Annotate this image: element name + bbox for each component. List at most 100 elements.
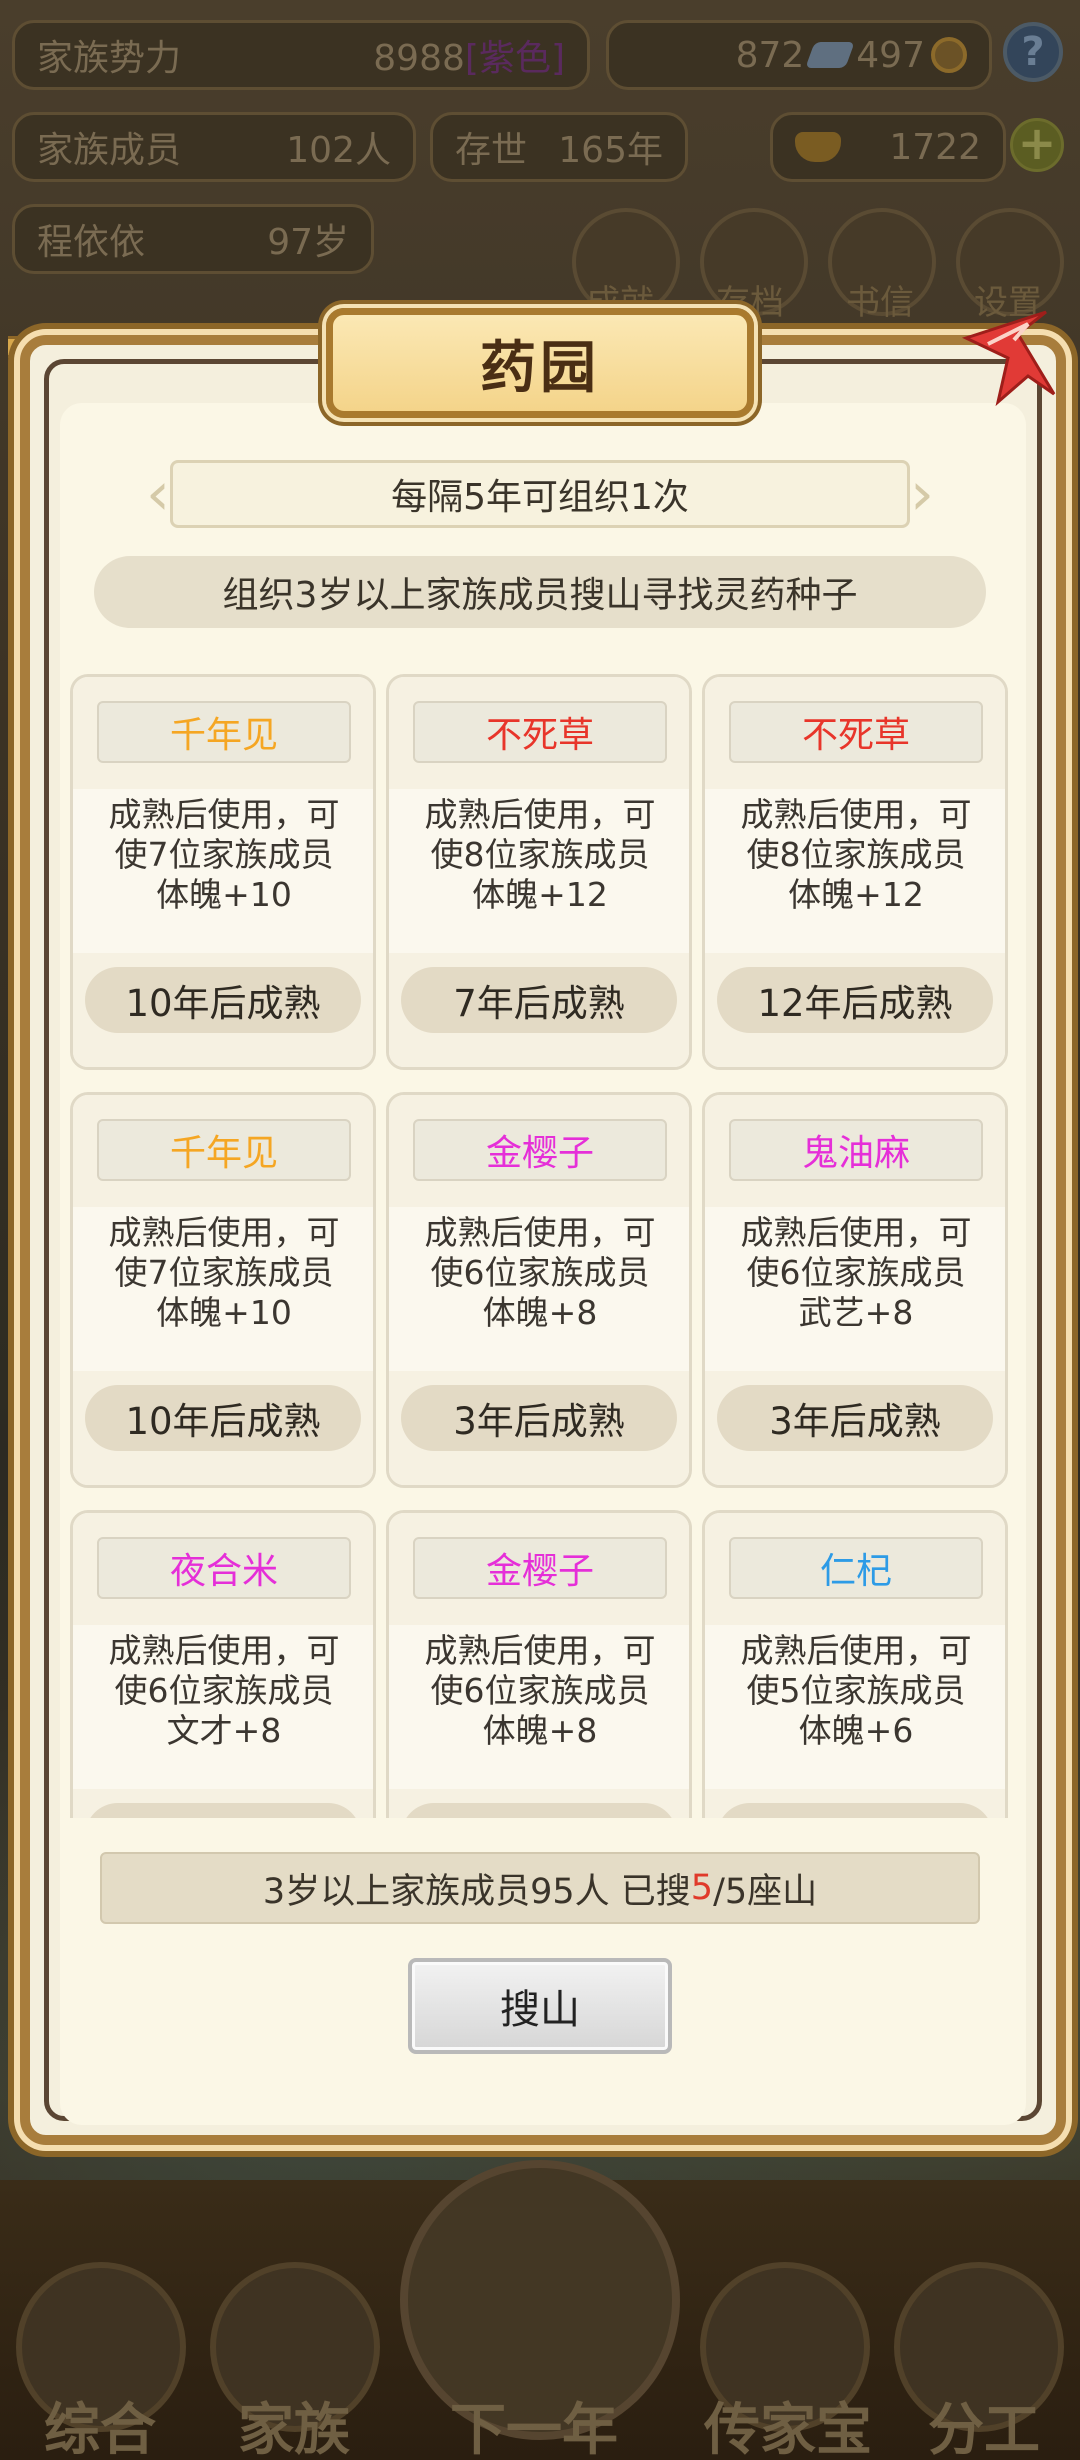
family-age-value: 165年 bbox=[558, 130, 663, 171]
nav-next-year-label: 下一年 bbox=[450, 2397, 618, 2460]
herb-description: 成熟后使用，可 使5位家族成员 体魄+6 bbox=[715, 1631, 997, 1751]
family-power-value: 8988 bbox=[373, 38, 465, 79]
herb-desc-line: 使8位家族成员 bbox=[430, 835, 650, 874]
nav-family-label: 家族 bbox=[238, 2397, 350, 2460]
family-age-stat: 存世 165年 bbox=[430, 112, 688, 182]
herb-mature-time bbox=[401, 1803, 677, 1818]
close-button[interactable] bbox=[958, 298, 1058, 408]
herb-name: 夜合米 bbox=[97, 1537, 351, 1599]
family-power-stat: 家族势力 8988[紫色] bbox=[12, 20, 590, 90]
herb-desc-line: 成熟后使用，可 bbox=[424, 1631, 656, 1670]
herb-desc-line: 使7位家族成员 bbox=[114, 1253, 334, 1292]
search-mountain-label: 搜山 bbox=[500, 1987, 580, 2033]
nav-heirloom-label: 传家宝 bbox=[704, 2397, 872, 2460]
herb-card[interactable]: 千年见 成熟后使用，可 使7位家族成员 体魄+10 10年后成熟 bbox=[70, 1092, 376, 1488]
search-status-bar: 3岁以上家族成员95人 已搜 5/5座山 bbox=[100, 1852, 980, 1924]
herb-desc-line: 使6位家族成员 bbox=[114, 1671, 334, 1710]
search-mountain-button[interactable]: 搜山 bbox=[408, 1958, 672, 2054]
herb-card[interactable]: 不死草 成熟后使用，可 使8位家族成员 体魄+12 7年后成熟 bbox=[386, 674, 692, 1070]
herb-name: 鬼油麻 bbox=[729, 1119, 983, 1181]
coin-icon bbox=[931, 37, 967, 73]
family-age-label: 存世 bbox=[455, 130, 528, 171]
family-members-stat: 家族成员 102人 bbox=[12, 112, 416, 182]
status-searched-count: 5 bbox=[690, 1868, 714, 1908]
herb-card[interactable]: 金樱子 成熟后使用，可 使6位家族成员 体魄+8 bbox=[386, 1510, 692, 1818]
close-icon bbox=[961, 310, 1056, 407]
herb-description: 成熟后使用，可 使6位家族成员 武艺+8 bbox=[715, 1213, 997, 1333]
herb-description: 成熟后使用，可 使8位家族成员 体魄+12 bbox=[399, 795, 681, 915]
herb-card[interactable]: 金樱子 成熟后使用，可 使6位家族成员 体魄+8 3年后成熟 bbox=[386, 1092, 692, 1488]
herb-desc-line: 使7位家族成员 bbox=[114, 835, 334, 874]
frequency-ribbon: 每隔5年可组织1次 bbox=[170, 460, 910, 528]
herb-desc-line: 使6位家族成员 bbox=[430, 1253, 650, 1292]
herb-desc-line: 使5位家族成员 bbox=[746, 1671, 966, 1710]
herb-description: 成熟后使用，可 使7位家族成员 体魄+10 bbox=[83, 795, 365, 915]
coin-count: 497 bbox=[856, 34, 925, 76]
herb-description: 成熟后使用，可 使6位家族成员 体魄+8 bbox=[399, 1631, 681, 1751]
herb-card[interactable]: 不死草 成熟后使用，可 使8位家族成员 体魄+12 12年后成熟 bbox=[702, 674, 1008, 1070]
herb-desc-line: 体魄+12 bbox=[472, 875, 608, 914]
family-power-label: 家族势力 bbox=[37, 38, 182, 79]
currency-stat: 872 497 bbox=[606, 20, 992, 90]
herb-desc-line: 武艺+8 bbox=[798, 1293, 914, 1332]
help-icon[interactable]: ? bbox=[1003, 22, 1063, 82]
gold-count: 1722 bbox=[889, 126, 981, 168]
gold-ingot-icon bbox=[795, 132, 841, 162]
herb-desc-line: 成熟后使用，可 bbox=[740, 1631, 972, 1670]
herb-mature-time bbox=[717, 1803, 993, 1818]
herb-mature-time: 3年后成熟 bbox=[717, 1385, 993, 1451]
herb-description: 成熟后使用，可 使7位家族成员 体魄+10 bbox=[83, 1213, 365, 1333]
herb-desc-line: 成熟后使用，可 bbox=[424, 795, 656, 834]
gem-icon bbox=[805, 42, 856, 68]
herb-desc-line: 体魄+10 bbox=[156, 1293, 292, 1332]
herb-desc-line: 体魄+10 bbox=[156, 875, 292, 914]
herb-desc-line: 成熟后使用，可 bbox=[108, 1213, 340, 1252]
herb-desc-line: 文才+8 bbox=[166, 1711, 282, 1750]
herb-mature-time: 10年后成熟 bbox=[85, 1385, 361, 1451]
person-stat: 程依依 97岁 bbox=[12, 204, 374, 274]
person-name: 程依依 bbox=[37, 222, 146, 263]
herb-name: 金樱子 bbox=[413, 1119, 667, 1181]
gold-stat: 1722 bbox=[770, 112, 1006, 182]
herb-name: 仁杞 bbox=[729, 1537, 983, 1599]
letter-label: 书信 bbox=[846, 283, 914, 323]
herb-name: 金樱子 bbox=[413, 1537, 667, 1599]
family-members-value: 102人 bbox=[286, 130, 391, 171]
herb-desc-line: 使6位家族成员 bbox=[430, 1671, 650, 1710]
status-prefix: 3岁以上家族成员95人 已搜 bbox=[262, 1871, 691, 1912]
herb-mature-time: 3年后成熟 bbox=[401, 1385, 677, 1451]
herb-name: 千年见 bbox=[97, 701, 351, 763]
herb-card[interactable]: 千年见 成熟后使用，可 使7位家族成员 体魄+10 10年后成熟 bbox=[70, 674, 376, 1070]
herb-grid: 千年见 成熟后使用，可 使7位家族成员 体魄+10 10年后成熟 不死草 成熟后… bbox=[66, 670, 1016, 1818]
dialog-title: 药园 bbox=[480, 334, 600, 401]
herb-desc-line: 体魄+8 bbox=[482, 1293, 598, 1332]
dialog-title-plaque: 药园 bbox=[326, 308, 754, 418]
herb-desc-line: 体魄+12 bbox=[788, 875, 924, 914]
herb-desc-line: 使6位家族成员 bbox=[746, 1253, 966, 1292]
herb-desc-line: 成熟后使用，可 bbox=[108, 795, 340, 834]
herb-description: 成熟后使用，可 使6位家族成员 体魄+8 bbox=[399, 1213, 681, 1333]
add-gold-icon[interactable]: + bbox=[1010, 118, 1064, 172]
herb-desc-line: 成熟后使用，可 bbox=[740, 1213, 972, 1252]
herb-card[interactable]: 夜合米 成熟后使用，可 使6位家族成员 文才+8 bbox=[70, 1510, 376, 1818]
herb-name: 千年见 bbox=[97, 1119, 351, 1181]
description-text: 组织3岁以上家族成员搜山寻找灵药种子 bbox=[222, 575, 858, 616]
herb-mature-time: 7年后成熟 bbox=[401, 967, 677, 1033]
herb-mature-time: 10年后成熟 bbox=[85, 967, 361, 1033]
herb-desc-line: 成熟后使用，可 bbox=[108, 1631, 340, 1670]
herb-description: 成熟后使用，可 使8位家族成员 体魄+12 bbox=[715, 795, 997, 915]
family-power-rank: [紫色] bbox=[464, 38, 565, 79]
herb-desc-line: 体魄+8 bbox=[482, 1711, 598, 1750]
herb-mature-time: 12年后成熟 bbox=[717, 967, 993, 1033]
herb-desc-line: 体魄+6 bbox=[798, 1711, 914, 1750]
family-members-label: 家族成员 bbox=[37, 130, 182, 171]
nav-division-label: 分工 bbox=[928, 2397, 1040, 2460]
herb-name: 不死草 bbox=[413, 701, 667, 763]
herb-desc-line: 成熟后使用，可 bbox=[424, 1213, 656, 1252]
herb-desc-line: 使8位家族成员 bbox=[746, 835, 966, 874]
status-suffix: /5座山 bbox=[713, 1871, 818, 1912]
herb-description: 成熟后使用，可 使6位家族成员 文才+8 bbox=[83, 1631, 365, 1751]
herb-card[interactable]: 仁杞 成熟后使用，可 使5位家族成员 体魄+6 bbox=[702, 1510, 1008, 1818]
nav-overview-label: 综合 bbox=[44, 2397, 156, 2460]
herb-card[interactable]: 鬼油麻 成熟后使用，可 使6位家族成员 武艺+8 3年后成熟 bbox=[702, 1092, 1008, 1488]
